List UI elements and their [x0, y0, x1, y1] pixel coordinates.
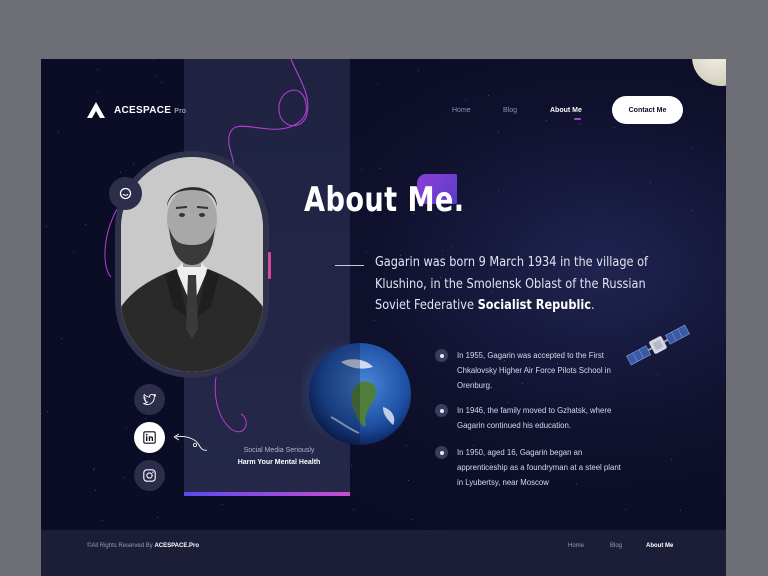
accent-bar	[268, 252, 271, 279]
star	[126, 427, 128, 429]
star	[465, 99, 467, 101]
brand-name: ACESPACE Pro	[114, 105, 186, 116]
star	[650, 181, 652, 183]
star	[122, 477, 124, 479]
star	[408, 480, 410, 482]
footer-link-about-me[interactable]: About Me	[646, 543, 673, 549]
star	[418, 70, 420, 72]
fact-item: In 1946, the family moved to Gzhatsk, wh…	[435, 403, 625, 433]
intro-paragraph: Gagarin was born 9 March 1934 in the vil…	[375, 252, 665, 317]
brand-suffix: Pro	[174, 107, 187, 115]
nav-blog[interactable]: Blog	[503, 107, 517, 114]
star	[222, 503, 224, 505]
satellite-image	[626, 324, 690, 366]
star	[351, 464, 353, 466]
nav-home[interactable]: Home	[452, 107, 471, 114]
star	[657, 374, 659, 376]
intro-end: .	[590, 297, 595, 313]
star	[152, 59, 154, 61]
fact-text: In 1950, aged 16, Gagarin began an appre…	[457, 448, 621, 487]
star	[93, 468, 95, 470]
copyright-text: ©All Rights Reserved By	[87, 543, 153, 549]
brand-logo[interactable]: ACESPACE Pro	[86, 101, 186, 119]
bullet-icon	[435, 446, 448, 459]
star	[45, 226, 47, 228]
bullet-icon	[435, 349, 448, 362]
footer-copyright: ©All Rights Reserved By ACESPACE.Pro	[87, 543, 199, 549]
intro-bold-text: Socialist Republic	[477, 297, 591, 313]
brand-name-text: ACESPACE	[114, 104, 172, 116]
star	[95, 489, 97, 491]
fact-item: In 1955, Gagarin was accepted to the Fir…	[435, 348, 625, 393]
star	[374, 319, 376, 321]
star	[671, 459, 673, 461]
social-caption: Social Media Seriously Harm Your Mental …	[219, 445, 339, 469]
fact-text: In 1955, Gagarin was accepted to the Fir…	[457, 351, 611, 390]
star	[690, 146, 692, 148]
star	[119, 172, 121, 174]
contact-me-button[interactable]: Contact Me	[612, 96, 683, 124]
logo-icon	[87, 102, 105, 118]
star	[133, 163, 135, 165]
intro-dash	[335, 265, 364, 266]
star	[145, 418, 147, 420]
star	[451, 245, 453, 247]
star	[497, 132, 499, 134]
instagram-icon	[143, 469, 156, 482]
star	[160, 82, 162, 84]
nav-about-me[interactable]: About Me	[550, 107, 582, 114]
twitter-button[interactable]	[134, 384, 165, 415]
linkedin-icon	[143, 431, 156, 444]
star	[352, 508, 354, 510]
star	[57, 130, 59, 132]
star	[411, 519, 413, 521]
star	[96, 68, 98, 70]
page-frame: ACESPACE Pro Home Blog About Me Contact M…	[41, 59, 726, 576]
footer	[41, 530, 726, 576]
bullet-icon	[435, 404, 448, 417]
fact-item: In 1950, aged 16, Gagarin began an appre…	[435, 445, 625, 490]
page-title: About Me.	[304, 180, 465, 220]
star	[488, 94, 490, 96]
star	[73, 250, 75, 252]
star	[376, 83, 378, 85]
star	[624, 509, 626, 511]
person-illustration	[121, 157, 263, 372]
star	[155, 76, 157, 78]
footer-link-blog[interactable]: Blog	[610, 543, 622, 549]
panel-gradient-bar	[184, 492, 350, 496]
star	[578, 122, 580, 124]
star	[61, 338, 63, 340]
instagram-button[interactable]	[134, 460, 165, 491]
copyright-brand: ACESPACE.Pro	[154, 543, 200, 549]
chat-icon	[119, 187, 132, 200]
star	[366, 251, 368, 253]
star	[497, 189, 499, 191]
twitter-icon	[143, 394, 156, 405]
star	[361, 168, 363, 170]
chat-button[interactable]	[109, 177, 142, 210]
star	[156, 517, 158, 519]
star	[46, 410, 48, 412]
star	[441, 250, 443, 252]
star	[380, 168, 381, 170]
footer-link-home[interactable]: Home	[568, 543, 584, 549]
star	[679, 509, 681, 511]
star	[84, 224, 86, 226]
star	[94, 467, 96, 469]
fact-text: In 1946, the family moved to Gzhatsk, wh…	[457, 406, 612, 430]
star	[97, 90, 99, 92]
linkedin-button[interactable]	[134, 422, 165, 453]
nav-active-indicator	[574, 118, 581, 120]
star	[614, 126, 616, 128]
star	[101, 519, 103, 521]
earth-image	[301, 340, 411, 445]
social-caption-line2: Harm Your Mental Health	[237, 459, 321, 466]
star	[690, 210, 692, 212]
star	[546, 120, 548, 122]
portrait-photo	[121, 157, 263, 372]
